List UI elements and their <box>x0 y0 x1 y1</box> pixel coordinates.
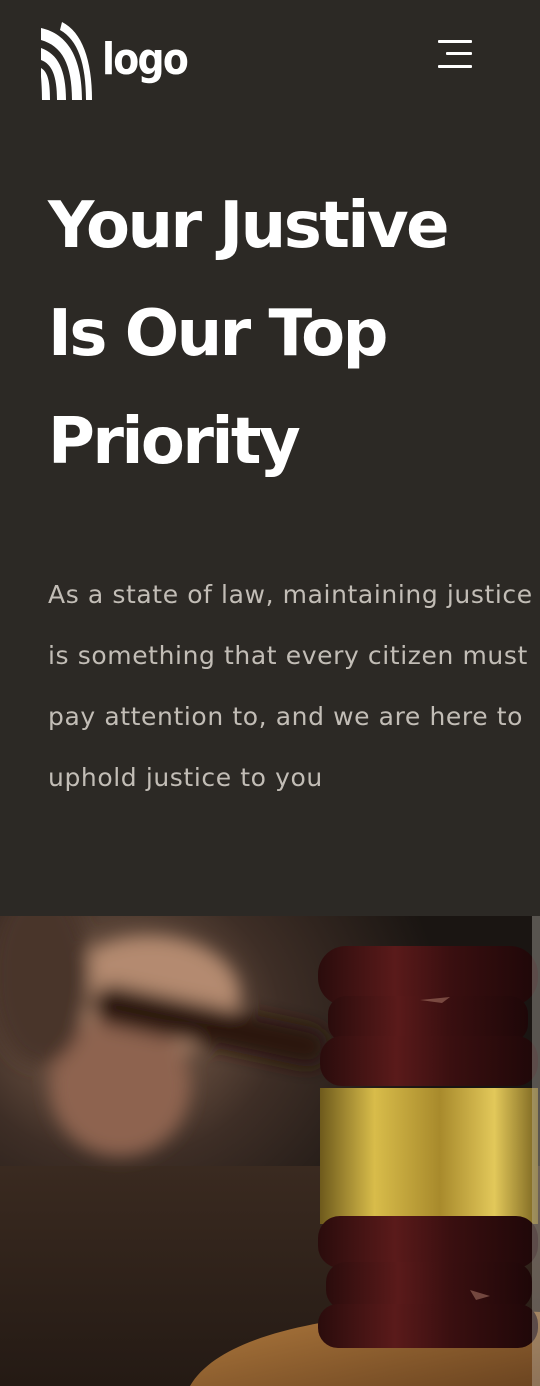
hero-title: Your Justive Is Our Top Priority <box>48 189 449 479</box>
hamburger-menu-icon-line <box>438 65 472 68</box>
site-header: logo <box>0 0 540 130</box>
stripes-logo-icon <box>41 22 92 100</box>
gavel-illustration <box>0 916 540 1386</box>
gavel-head <box>318 946 538 1348</box>
logo-text: logo <box>102 34 189 85</box>
hamburger-menu-icon-line <box>446 52 472 55</box>
judge-gavel-photo <box>0 916 540 1386</box>
menu-button[interactable] <box>432 36 476 74</box>
hamburger-menu-icon <box>438 40 472 43</box>
logo[interactable]: logo <box>38 20 189 102</box>
hero-description: As a state of law, maintaining justice i… <box>48 580 533 792</box>
